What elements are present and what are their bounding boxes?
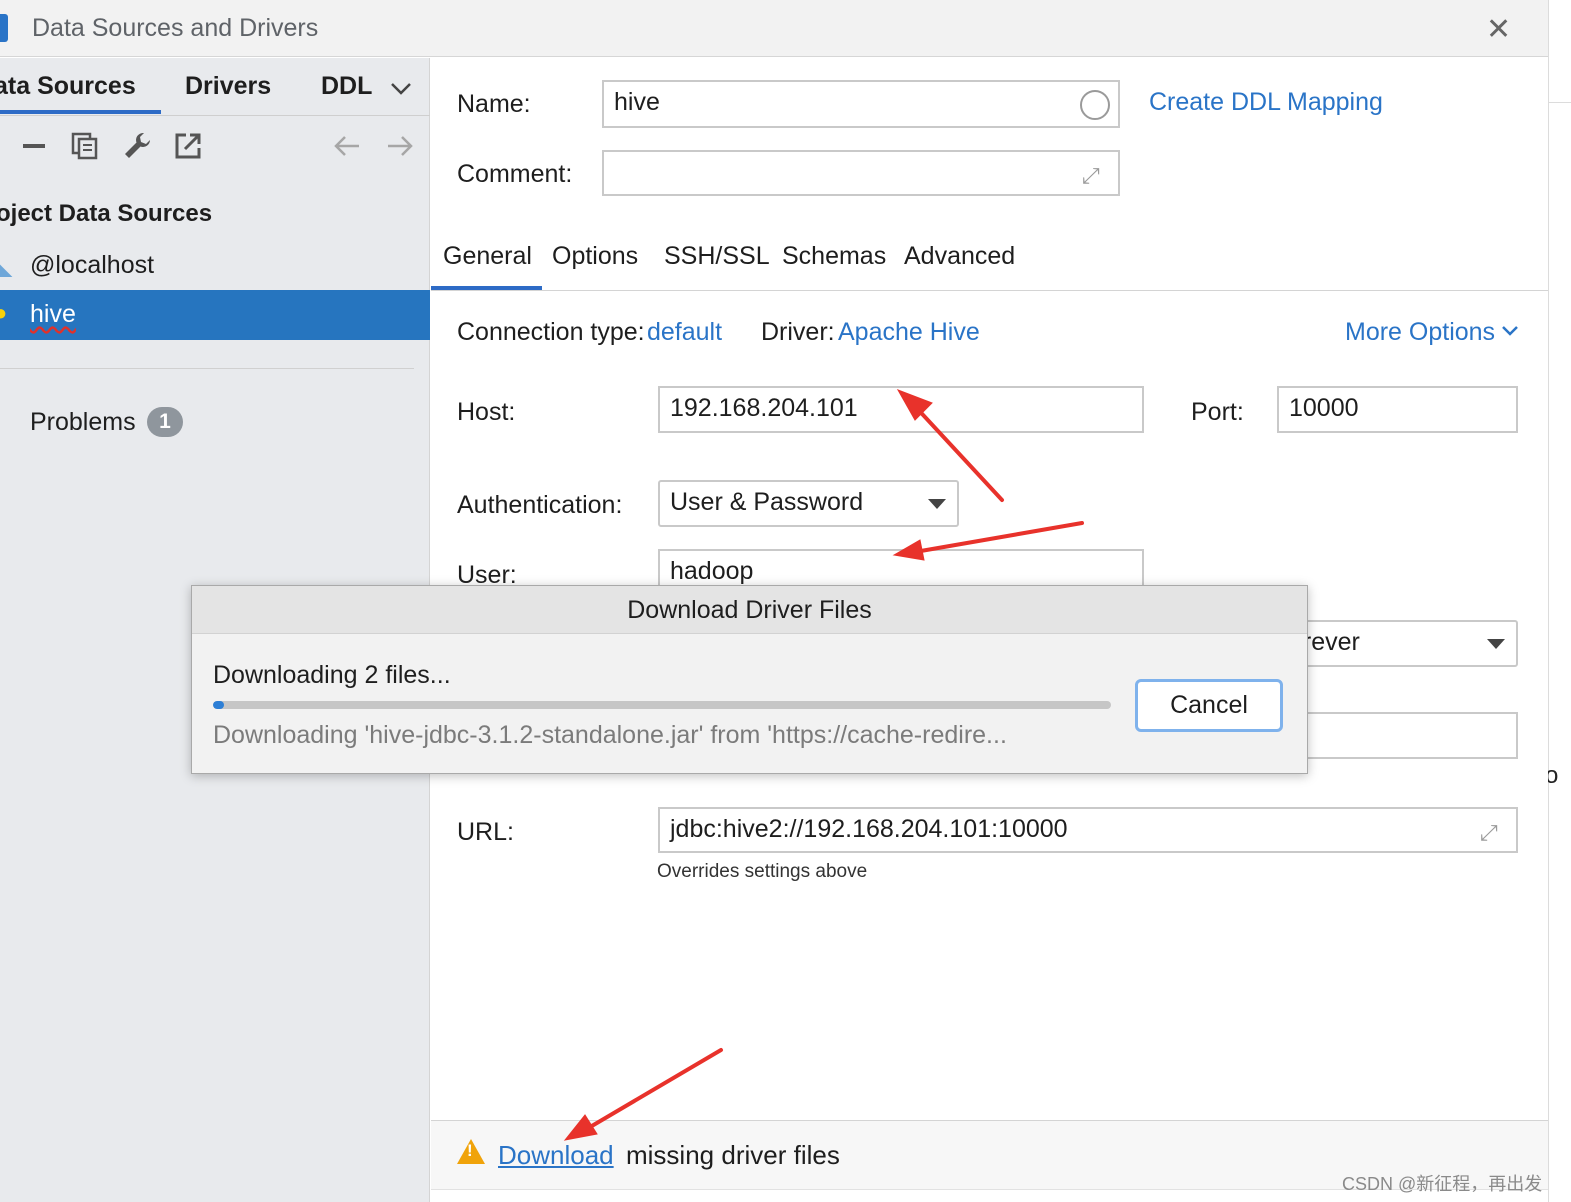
tab-ssh-ssl[interactable]: SSH/SSL xyxy=(664,242,770,271)
warning-icon-mark: ! xyxy=(467,1141,473,1160)
close-icon[interactable]: ✕ xyxy=(1486,12,1511,47)
name-value: hive xyxy=(614,88,660,116)
remove-icon[interactable] xyxy=(18,130,50,162)
download-link[interactable]: Download xyxy=(498,1140,614,1171)
port-label: Port: xyxy=(1191,398,1244,426)
divider xyxy=(0,115,430,116)
database-input[interactable] xyxy=(1277,712,1518,759)
url-hint: Overrides settings above xyxy=(657,861,868,882)
tab-options[interactable]: Options xyxy=(552,242,638,271)
dialog-title: Download Driver Files xyxy=(627,596,872,624)
hive-icon: ● xyxy=(0,300,8,325)
list-item-label: hive xyxy=(30,300,76,328)
mysql-icon: ◣ xyxy=(0,253,13,280)
divider xyxy=(431,290,1548,291)
wrench-icon[interactable] xyxy=(121,130,153,162)
url-input[interactable]: jdbc:hive2://192.168.204.101:10000 ⤢ xyxy=(658,807,1518,853)
tab-general[interactable]: General xyxy=(443,242,532,271)
download-detail: Downloading 'hive-jdbc-3.1.2-standalone.… xyxy=(213,721,1007,749)
url-value: jdbc:hive2://192.168.204.101:10000 xyxy=(670,815,1068,843)
progress-bar-fill xyxy=(213,701,224,709)
expand-icon[interactable]: ⤢ xyxy=(1480,813,1498,851)
back-arrow-icon[interactable] xyxy=(331,130,363,162)
watermark: CSDN @新征程，再出发 xyxy=(1342,1174,1543,1194)
name-field[interactable]: hive xyxy=(602,80,1120,128)
connection-type-link[interactable]: default xyxy=(647,318,722,347)
progress-bar xyxy=(213,701,1111,709)
list-item-localhost[interactable]: ◣ @localhost xyxy=(0,244,430,288)
tab-ddl[interactable]: DDL xyxy=(321,72,372,101)
save-password-select[interactable]: orever xyxy=(1277,620,1518,667)
section-title: oject Data Sources xyxy=(0,200,213,227)
authentication-label: Authentication: xyxy=(457,491,623,519)
tab-data-sources[interactable]: ata Sources xyxy=(0,72,136,101)
host-input[interactable]: 192.168.204.101 xyxy=(658,386,1144,433)
name-label: Name: xyxy=(457,90,531,118)
background-window xyxy=(1548,0,1571,1202)
authentication-select[interactable]: User & Password xyxy=(658,480,959,527)
list-item-label: @localhost xyxy=(30,251,155,279)
tab-drivers[interactable]: Drivers xyxy=(185,72,271,101)
port-input[interactable]: 10000 xyxy=(1277,386,1518,433)
tab-schemas[interactable]: Schemas xyxy=(782,242,886,271)
app-icon xyxy=(0,14,8,42)
tab-advanced[interactable]: Advanced xyxy=(904,242,1015,271)
dialog-header: Download Driver Files xyxy=(192,586,1307,634)
divider xyxy=(1548,102,1571,103)
chevron-down-icon[interactable] xyxy=(1501,320,1519,343)
download-driver-dialog: Download Driver Files Downloading 2 file… xyxy=(191,585,1308,774)
problems-link[interactable]: Problems xyxy=(30,408,136,437)
download-message: missing driver files xyxy=(626,1140,840,1170)
more-options-link[interactable]: More Options xyxy=(1345,318,1495,347)
driver-link[interactable]: Apache Hive xyxy=(838,318,980,347)
color-picker-icon[interactable] xyxy=(1080,90,1110,120)
problems-count-badge: 1 xyxy=(147,407,183,437)
comment-label: Comment: xyxy=(457,160,573,188)
forward-arrow-icon[interactable] xyxy=(384,130,416,162)
connection-type-label: Connection type: xyxy=(457,318,645,346)
title-bar: Data Sources and Drivers ✕ xyxy=(0,0,1548,57)
driver-label: Driver: xyxy=(761,318,835,346)
authentication-value: User & Password xyxy=(670,488,864,516)
active-tab-indicator xyxy=(0,110,161,114)
divider xyxy=(0,368,414,369)
export-icon[interactable] xyxy=(172,130,204,162)
dropdown-arrow-icon xyxy=(1487,639,1505,649)
create-ddl-mapping-link[interactable]: Create DDL Mapping xyxy=(1149,88,1383,117)
chevron-down-icon[interactable] xyxy=(390,76,412,102)
expand-icon[interactable]: ⤢ xyxy=(1082,156,1100,194)
comment-field[interactable]: ⤢ xyxy=(602,150,1120,196)
cancel-button[interactable]: Cancel xyxy=(1135,679,1283,732)
window-title: Data Sources and Drivers xyxy=(32,14,319,42)
download-status: Downloading 2 files... xyxy=(213,661,451,689)
duplicate-icon[interactable] xyxy=(69,130,101,162)
host-label: Host: xyxy=(457,398,516,426)
dropdown-arrow-icon xyxy=(928,499,946,509)
list-item-hive[interactable]: ● hive xyxy=(0,290,430,340)
url-label: URL: xyxy=(457,818,514,846)
